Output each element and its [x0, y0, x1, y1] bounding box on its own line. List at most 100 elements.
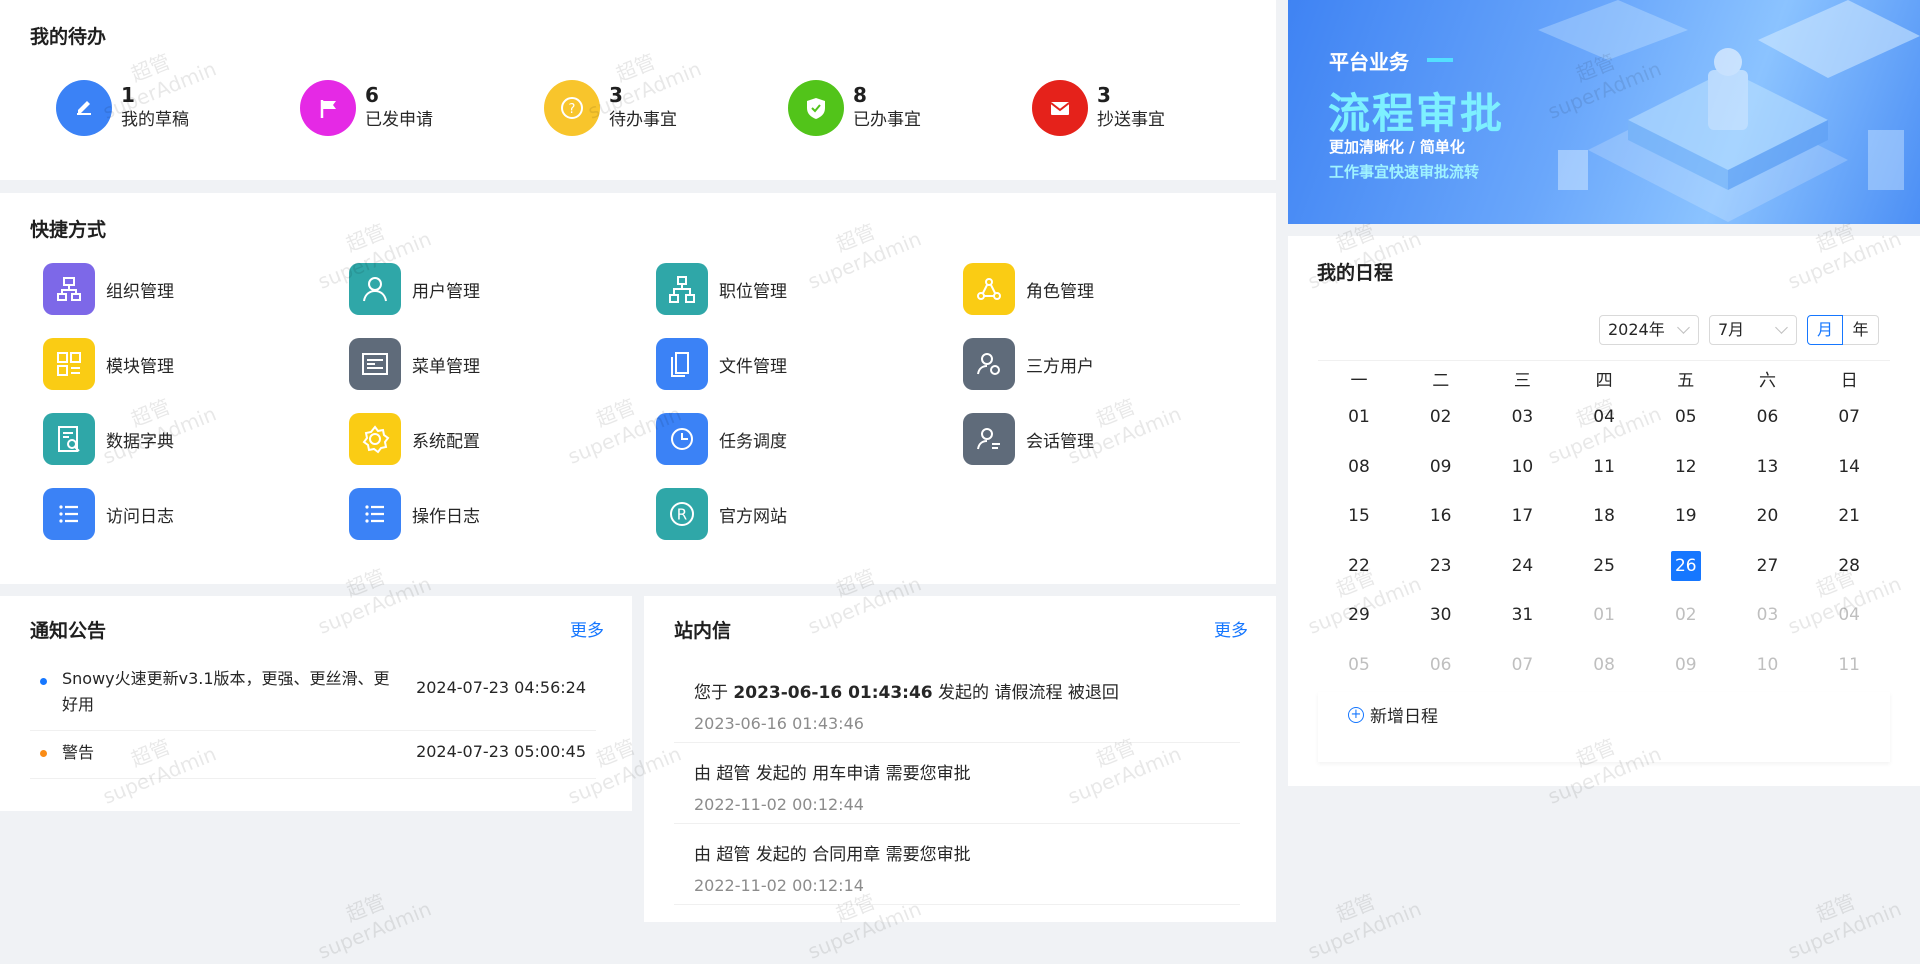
watermark-line-1: 超管 — [1812, 889, 1859, 927]
calendar-day[interactable]: 14 — [1808, 452, 1890, 502]
calendar-day[interactable]: 25 — [1563, 551, 1645, 601]
todo-count: 3 — [609, 83, 623, 107]
shortcut-item[interactable]: 访问日志 — [43, 488, 174, 540]
calendar-day[interactable]: 02 — [1645, 600, 1727, 650]
calendar-day-number: 06 — [1756, 407, 1779, 427]
calendar-day-number: 08 — [1593, 654, 1615, 675]
calendar-day[interactable]: 06 — [1727, 402, 1809, 452]
month-select[interactable]: 7月 — [1709, 315, 1797, 345]
calendar-day[interactable]: 22 — [1318, 551, 1400, 601]
calendar-day[interactable]: 10 — [1481, 452, 1563, 502]
calendar-day-number: 24 — [1511, 555, 1534, 576]
module-icon — [43, 338, 95, 390]
calendar-day[interactable]: 12 — [1645, 452, 1727, 502]
calendar-day[interactable]: 16 — [1400, 501, 1482, 551]
messages-panel: 站内信 更多 您于 2023-06-16 01:43:46 发起的 请假流程 被… — [644, 596, 1276, 922]
calendar-day[interactable]: 29 — [1318, 600, 1400, 650]
calendar-day[interactable]: 28 — [1808, 551, 1890, 601]
shortcut-label: 菜单管理 — [412, 356, 480, 377]
calendar-day-number: 28 — [1838, 555, 1860, 576]
calendar-day[interactable]: 31 — [1481, 600, 1563, 650]
shortcut-item[interactable]: 菜单管理 — [349, 338, 480, 390]
shortcut-item[interactable]: 会话管理 — [963, 413, 1094, 465]
question-icon: ? — [544, 80, 600, 136]
mode-year-button[interactable]: 年 — [1843, 315, 1879, 345]
messages-title: 站内信 — [674, 620, 732, 642]
shortcut-item[interactable]: 角色管理 — [963, 263, 1094, 315]
todo-item-0[interactable]: 1 我的草稿 — [56, 80, 189, 136]
shortcut-item[interactable]: 模块管理 — [43, 338, 174, 390]
mode-month-button[interactable]: 月 — [1807, 315, 1843, 345]
todo-item-3[interactable]: 8 已办事宜 — [788, 80, 921, 136]
calendar-day-number: 13 — [1756, 456, 1779, 477]
calendar-day[interactable]: 05 — [1645, 402, 1727, 452]
message-item[interactable]: 您于 2023-06-16 01:43:46 发起的 请假流程 被退回 2023-… — [674, 662, 1240, 743]
calendar-day[interactable]: 07 — [1808, 402, 1890, 452]
calendar-day-number: 07 — [1838, 407, 1860, 427]
todo-count: 3 — [1097, 83, 1111, 107]
calendar-day[interactable]: 23 — [1400, 551, 1482, 601]
calendar-day[interactable]: 17 — [1481, 501, 1563, 551]
shortcut-item[interactable]: 组织管理 — [43, 263, 174, 315]
todo-count: 6 — [365, 83, 379, 107]
calendar-day[interactable]: 19 — [1645, 501, 1727, 551]
calendar-day[interactable]: 04 — [1808, 600, 1890, 650]
calendar-day[interactable]: 27 — [1727, 551, 1809, 601]
message-text: 由 超管 发起的 用车申请 需要您审批 — [694, 759, 971, 784]
process-banner[interactable]: 平台业务 流程审批 更加清晰化 / 简单化 工作事宜快速审批流转 — [1288, 0, 1920, 224]
shortcut-item[interactable]: 任务调度 — [656, 413, 787, 465]
calendar-day[interactable]: 08 — [1318, 452, 1400, 502]
notice-item[interactable]: 警告 2024-07-23 05:00:45 — [30, 730, 596, 779]
calendar-day-number: 27 — [1756, 555, 1779, 576]
message-time: 2022-11-02 00:12:14 — [694, 876, 864, 895]
calendar-day[interactable]: 24 — [1481, 551, 1563, 601]
calendar-day[interactable]: 20 — [1727, 501, 1809, 551]
shortcut-item[interactable]: 用户管理 — [349, 263, 480, 315]
todo-count: 1 — [121, 83, 135, 107]
calendar-day[interactable]: 04 — [1563, 402, 1645, 452]
todo-item-4[interactable]: 3 抄送事宜 — [1032, 80, 1165, 136]
notice-more-link[interactable]: 更多 — [570, 616, 604, 641]
calendar-day-number: 18 — [1593, 506, 1615, 526]
shortcut-item[interactable]: 系统配置 — [349, 413, 480, 465]
message-item[interactable]: 由 超管 发起的 合同用章 需要您审批 2022-11-02 00:12:14 — [674, 824, 1240, 905]
calendar-day[interactable]: 30 — [1400, 600, 1482, 650]
todo-item-2[interactable]: ? 3 待办事宜 — [544, 80, 677, 136]
calendar-day[interactable]: 03 — [1481, 402, 1563, 452]
todo-text: 8 已办事宜 — [853, 83, 921, 133]
banner-subtitle-2: 工作事宜快速审批流转 — [1329, 163, 1480, 181]
calendar-day[interactable]: 15 — [1318, 501, 1400, 551]
notice-time: 2024-07-23 04:56:24 — [416, 678, 586, 697]
messages-more-link[interactable]: 更多 — [1214, 616, 1248, 641]
calendar-day[interactable]: 01 — [1563, 600, 1645, 650]
shortcut-item[interactable]: 操作日志 — [349, 488, 480, 540]
calendar-day[interactable]: 26 — [1645, 550, 1727, 601]
message-item[interactable]: 由 超管 发起的 用车申请 需要您审批 2022-11-02 00:12:44 — [674, 743, 1240, 824]
notice-dot — [40, 750, 47, 757]
registered-icon: R — [656, 488, 708, 540]
shortcut-item[interactable]: 文件管理 — [656, 338, 787, 390]
calendar-day[interactable]: 13 — [1727, 452, 1809, 502]
shortcut-item[interactable]: 数据字典 — [43, 413, 174, 465]
message-time: 2022-11-02 00:12:44 — [694, 795, 864, 814]
shortcut-item[interactable]: 三方用户 — [963, 338, 1094, 390]
shortcut-item[interactable]: 职位管理 — [656, 263, 787, 315]
clock-icon — [656, 413, 708, 465]
third-user-icon — [963, 338, 1015, 390]
flag-icon — [300, 80, 356, 136]
shortcut-item[interactable]: R 官方网站 — [656, 488, 787, 540]
message-item[interactable]: 由 超管 发起的 请假流程 需要您审批 — [674, 905, 1240, 922]
calendar-day[interactable]: 21 — [1808, 501, 1890, 551]
calendar-day[interactable]: 01 — [1318, 402, 1400, 452]
year-select[interactable]: 2024年 — [1599, 315, 1699, 345]
calendar-day[interactable]: 18 — [1563, 501, 1645, 551]
calendar-day[interactable]: 11 — [1563, 452, 1645, 502]
calendar-day[interactable]: 09 — [1400, 452, 1482, 502]
calendar-day-number: 21 — [1838, 506, 1860, 526]
calendar-day-number: 19 — [1674, 506, 1697, 526]
todo-item-1[interactable]: 6 已发申请 — [300, 80, 433, 136]
add-event-button[interactable]: + 新增日程 — [1348, 702, 1438, 727]
notice-item[interactable]: Snowy火速更新v3.1版本，更强、更丝滑、更好用 2024-07-23 04… — [30, 666, 596, 731]
calendar-day[interactable]: 03 — [1727, 600, 1809, 650]
calendar-day[interactable]: 02 — [1400, 402, 1482, 452]
